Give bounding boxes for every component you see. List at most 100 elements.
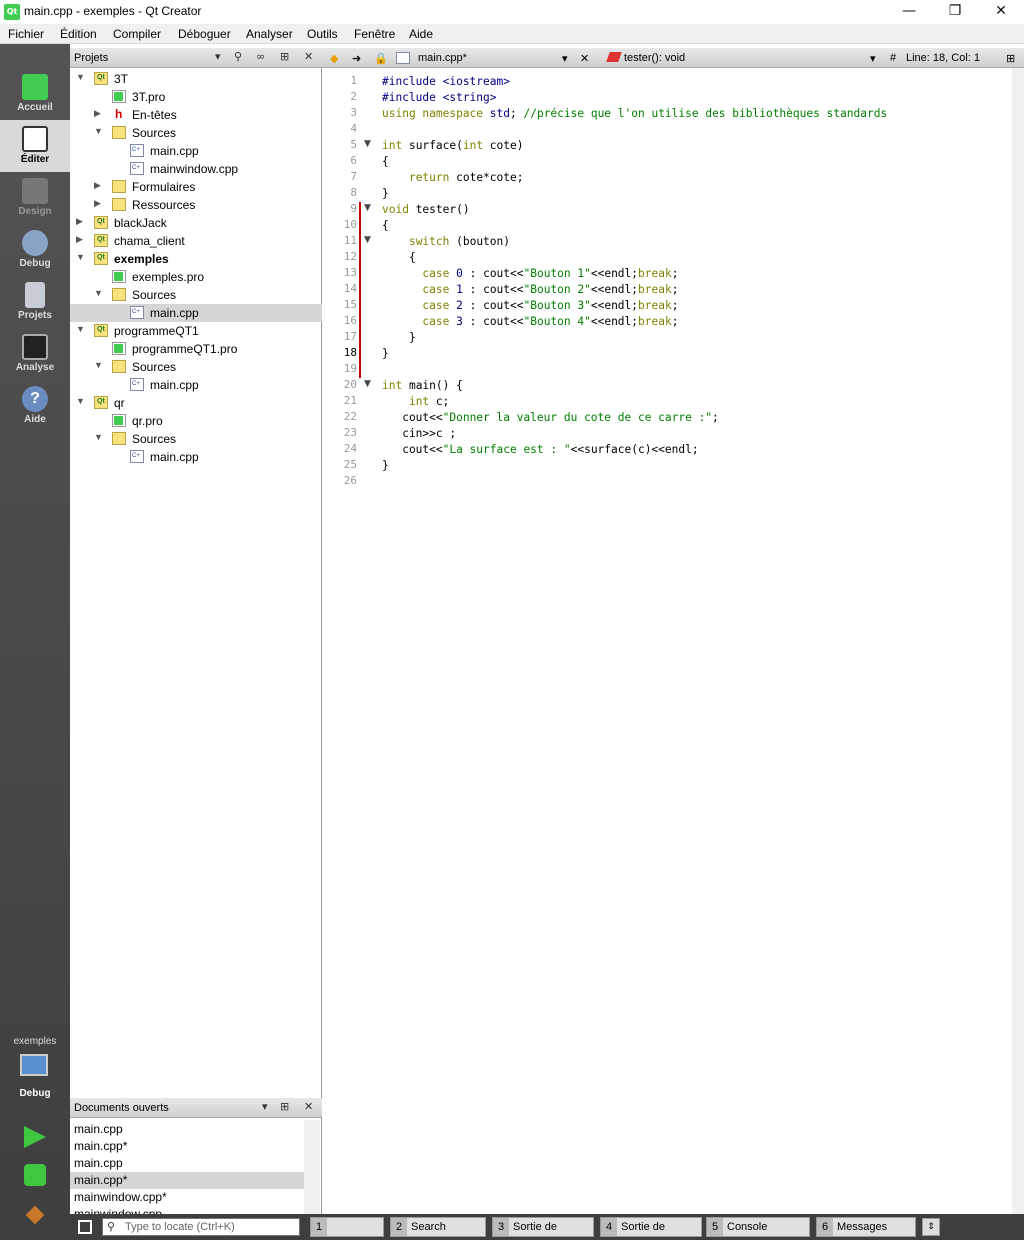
tree-item[interactable]: main.cpp	[70, 142, 322, 160]
tree-item[interactable]: ▼ programmeQT1	[70, 322, 322, 340]
menu-outils[interactable]: Outils	[307, 27, 338, 41]
collapsed-arrow-icon[interactable]: ▶	[76, 216, 83, 227]
fold-marker-icon[interactable]: ▼	[364, 379, 371, 389]
close-window-button[interactable]: ✕	[978, 0, 1024, 24]
split-icon[interactable]: ⊞	[280, 1100, 289, 1113]
close-icon[interactable]: ✕	[304, 50, 313, 63]
tree-item[interactable]: qr.pro	[70, 412, 322, 430]
target-computer-icon[interactable]	[20, 1054, 48, 1076]
open-documents-scrollbar[interactable]	[304, 1120, 320, 1214]
tree-item[interactable]: ▶ En-têtes	[70, 106, 322, 124]
current-symbol[interactable]: tester(): void	[624, 52, 685, 64]
fold-marker-icon[interactable]: ▼	[364, 139, 371, 149]
back-arrow-icon[interactable]: ◆	[330, 52, 338, 65]
expanded-arrow-icon[interactable]: ▼	[76, 396, 85, 406]
tree-item-label: main.cpp	[150, 306, 199, 320]
tree-item[interactable]: ▼ Sources	[70, 124, 322, 142]
chevron-down-icon[interactable]: ▾	[215, 50, 221, 63]
output-pane-button[interactable]: 4Sortie de comp...	[600, 1217, 702, 1240]
expanded-arrow-icon[interactable]: ▼	[76, 252, 85, 262]
mode-accueil[interactable]: Accueil	[0, 68, 70, 120]
close-file-icon[interactable]: ✕	[580, 52, 589, 65]
tree-item[interactable]: 3T.pro	[70, 88, 322, 106]
filter-icon[interactable]: ⚲	[234, 50, 242, 63]
collapsed-arrow-icon[interactable]: ▶	[94, 108, 101, 119]
mode-design[interactable]: Design	[0, 172, 70, 224]
output-pane-button[interactable]: 6Messages gén...	[816, 1217, 916, 1240]
tree-item[interactable]: ▶ Formulaires	[70, 178, 322, 196]
tree-item[interactable]: programmeQT1.pro	[70, 340, 322, 358]
fold-marker-icon[interactable]: ▼	[364, 203, 371, 213]
link-icon[interactable]: ∞	[256, 50, 265, 63]
forward-arrow-icon[interactable]: ➜	[352, 52, 361, 65]
tree-item[interactable]: mainwindow.cpp	[70, 160, 322, 178]
editor-scrollbar[interactable]	[1012, 68, 1024, 1214]
mode-aide[interactable]: ? Aide	[0, 380, 70, 432]
output-pane-button[interactable]: 1Problèmes	[310, 1217, 384, 1240]
menu-aide[interactable]: Aide	[409, 27, 433, 41]
tree-item[interactable]: ▼ Sources	[70, 430, 322, 448]
tree-item[interactable]: ▶ Ressources	[70, 196, 322, 214]
split-icon[interactable]: ⊞	[280, 50, 289, 63]
close-icon[interactable]: ✕	[304, 1100, 313, 1113]
output-pane-button[interactable]: 2Search Results	[390, 1217, 486, 1240]
collapsed-arrow-icon[interactable]: ▶	[94, 180, 101, 191]
symbol-dropdown-icon[interactable]: ▾	[870, 52, 876, 65]
tree-item[interactable]: ▼ qr	[70, 394, 322, 412]
open-document-item[interactable]: mainwindow.cpp*	[70, 1189, 304, 1206]
mode-projets[interactable]: Projets	[0, 276, 70, 328]
collapsed-arrow-icon[interactable]: ▶	[76, 234, 83, 245]
tree-item-label: chama_client	[114, 234, 185, 248]
toggle-sidebar-icon[interactable]	[78, 1220, 92, 1234]
tree-item[interactable]: ▼ exemples	[70, 250, 322, 268]
tree-item[interactable]: ▶ chama_client	[70, 232, 322, 250]
locate-placeholder: Type to locate (Ctrl+K)	[125, 1221, 235, 1233]
output-pane-button[interactable]: 5Console QML/JS	[706, 1217, 810, 1240]
menu-fichier[interactable]: Fichier	[8, 27, 44, 41]
collapsed-arrow-icon[interactable]: ▶	[94, 198, 101, 209]
mode-editer[interactable]: Éditer	[0, 120, 70, 172]
tree-item[interactable]: exemples.pro	[70, 268, 322, 286]
fold-marker-icon[interactable]: ▼	[364, 235, 371, 245]
open-document-item[interactable]: main.cpp	[70, 1121, 304, 1138]
expanded-arrow-icon[interactable]: ▼	[94, 432, 103, 442]
tree-item[interactable]: main.cpp	[70, 304, 322, 322]
code-token: ;	[671, 315, 679, 328]
tree-item[interactable]: ▼ Sources	[70, 286, 322, 304]
expanded-arrow-icon[interactable]: ▼	[94, 288, 103, 298]
split-icon[interactable]: ⊞	[1006, 52, 1015, 65]
tree-item[interactable]: ▼ Sources	[70, 358, 322, 376]
expanded-arrow-icon[interactable]: ▼	[76, 324, 85, 334]
locate-input[interactable]: ⚲ Type to locate (Ctrl+K)	[102, 1218, 300, 1236]
mode-analyse[interactable]: Analyse	[0, 328, 70, 380]
open-document-item[interactable]: main.cpp*	[70, 1172, 304, 1189]
tree-item[interactable]: main.cpp	[70, 448, 322, 466]
help-icon: ?	[22, 386, 48, 412]
restore-button[interactable]: ❐	[932, 0, 978, 24]
cursor-position[interactable]: Line: 18, Col: 1	[906, 52, 980, 64]
menu-analyser[interactable]: Analyser	[246, 27, 293, 41]
tree-item[interactable]: ▶ blackJack	[70, 214, 322, 232]
file-dropdown-icon[interactable]: ▾	[562, 52, 568, 65]
menu-deboguer[interactable]: Déboguer	[178, 27, 231, 41]
minimize-button[interactable]: —	[886, 0, 932, 24]
output-pane-button[interactable]: 3Sortie de l'appl...	[492, 1217, 594, 1240]
expanded-arrow-icon[interactable]: ▼	[94, 360, 103, 370]
output-panes-chevron-icon[interactable]: ⇕	[922, 1218, 940, 1236]
menu-compiler[interactable]: Compiler	[113, 27, 161, 41]
expanded-arrow-icon[interactable]: ▼	[76, 72, 85, 82]
run-icon[interactable]	[24, 1126, 46, 1148]
debug-run-icon[interactable]	[24, 1164, 46, 1186]
chevron-down-icon[interactable]: ▾	[262, 1100, 268, 1113]
code-token: using namespace	[382, 107, 490, 120]
open-document-item[interactable]: main.cpp*	[70, 1138, 304, 1155]
open-document-item[interactable]: main.cpp	[70, 1155, 304, 1172]
menu-fenetre[interactable]: Fenêtre	[354, 27, 395, 41]
current-file-name[interactable]: main.cpp*	[418, 52, 467, 64]
tree-item[interactable]: ▼ 3T	[70, 70, 322, 88]
build-hammer-icon[interactable]	[25, 1205, 45, 1225]
menu-edition[interactable]: Édition	[60, 27, 97, 41]
mode-debug[interactable]: Debug	[0, 224, 70, 276]
expanded-arrow-icon[interactable]: ▼	[94, 126, 103, 136]
tree-item[interactable]: main.cpp	[70, 376, 322, 394]
